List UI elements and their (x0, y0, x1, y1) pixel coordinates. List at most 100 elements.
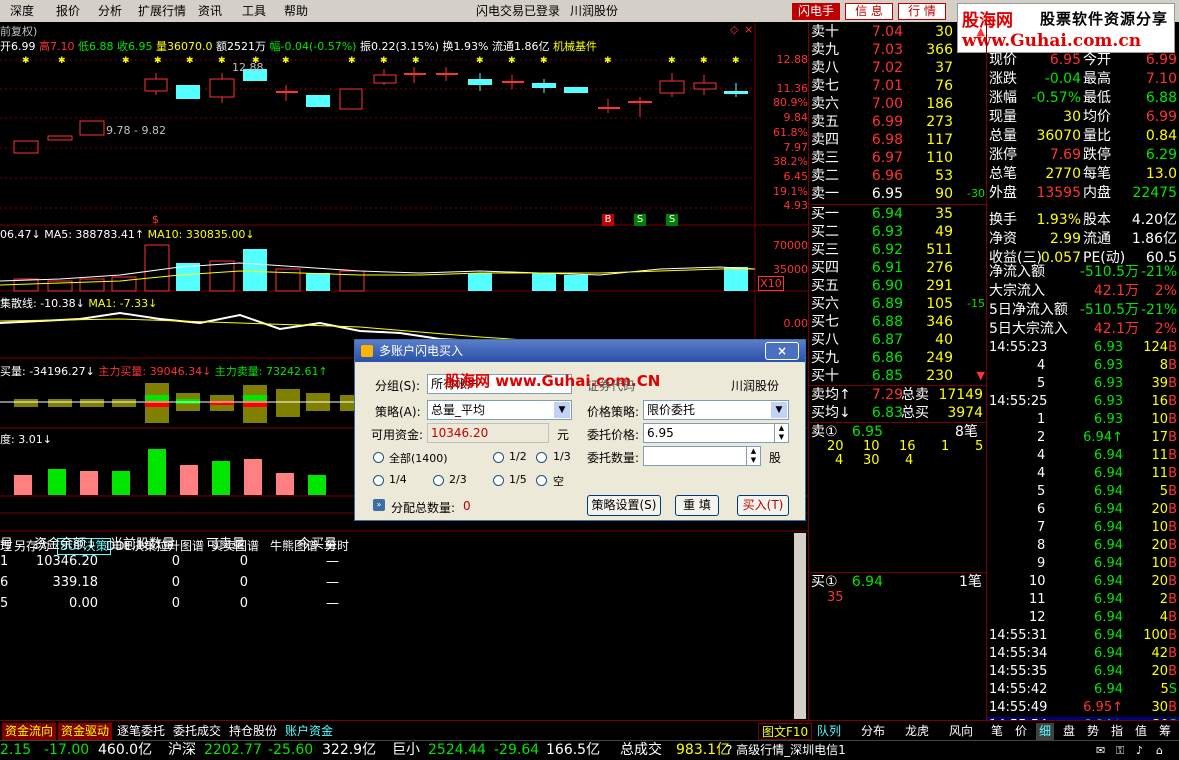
bid-row[interactable]: 买十 6.85 230 ▼ (809, 367, 987, 385)
chevron-down-icon[interactable]: ▼ (554, 402, 570, 418)
tab-detail[interactable]: 细 (1036, 723, 1055, 740)
radio-empty[interactable] (536, 475, 547, 486)
ask-row[interactable]: 卖十 7.04 30 ▲ (809, 23, 987, 41)
bid-row[interactable]: 买七 6.88 346 (809, 313, 987, 331)
tab-dragon-tiger[interactable]: 龙虎 (902, 723, 932, 740)
bid-row[interactable]: 买五 6.90 291 (809, 277, 987, 295)
tick-row[interactable]: 1 6.93 10B (987, 411, 1179, 429)
tick-row[interactable]: 11 6.94 2B (987, 591, 1179, 609)
menu-ext-quote[interactable]: 扩展行情 (138, 0, 186, 22)
tab-fills[interactable]: 委托成交 (170, 723, 224, 740)
radio-third[interactable] (536, 452, 547, 463)
speaker-icon[interactable]: ♪ (1136, 741, 1143, 760)
tick-row[interactable]: 5 6.93 39B (987, 375, 1179, 393)
tick-row[interactable]: 5 6.94 5B (987, 483, 1179, 501)
menu-tools[interactable]: 工具 (242, 0, 266, 22)
ask-row[interactable]: 卖七 7.01 76 (809, 77, 987, 95)
bid-row[interactable]: 买一 6.94 35 (809, 205, 987, 223)
tick-row[interactable]: 8 6.94 20B (987, 537, 1179, 555)
ask-row[interactable]: 卖六 7.00 186 (809, 95, 987, 113)
tab-fund-drive[interactable]: 资金驱动 (58, 723, 113, 740)
ask-row[interactable]: 卖二 6.96 53 (809, 167, 987, 185)
buy-button[interactable]: 买入(T) (737, 495, 789, 516)
info-button[interactable]: 信 息 (845, 3, 893, 20)
table-row[interactable]: 5 0.00 0 0— (0, 596, 360, 614)
tick-row[interactable]: 6 6.94 20B (987, 501, 1179, 519)
tab-plate[interactable]: 盘 (1060, 723, 1078, 740)
quote-stats-panel: 现价 6.95 今开 6.99 涨跌 -0.04 最高 7.10 涨幅 -0.57% 最低 6.88 现… (986, 23, 1179, 735)
radio-all[interactable] (373, 452, 384, 463)
collapse-icon[interactable]: » (373, 499, 385, 511)
tab-order-detail[interactable]: 逐笔委托 (114, 723, 168, 740)
price-spinner[interactable]: ▲ ▼ (774, 424, 788, 442)
tick-row[interactable]: 12 6.94 4B (987, 609, 1179, 627)
mail-icon[interactable]: ✉ (1096, 741, 1105, 760)
tab-chips[interactable]: 筹 (1156, 723, 1174, 740)
tick-row[interactable]: 4 6.94 11B (987, 447, 1179, 465)
tab-price[interactable]: 价 (1012, 723, 1030, 740)
vertical-scrollbar[interactable] (794, 533, 806, 719)
bid-row[interactable]: 买四 6.91 276 (809, 259, 987, 277)
tab-trend[interactable]: 势 (1084, 723, 1102, 740)
tab-wind[interactable]: 风向 (946, 723, 976, 740)
reset-button[interactable]: 重 填 (675, 495, 719, 516)
tab-f10[interactable]: 图文F10 (758, 723, 813, 740)
tick-row[interactable]: 7 6.94 10B (987, 519, 1179, 537)
radio-half[interactable] (493, 452, 504, 463)
menu-news[interactable]: 资讯 (198, 0, 222, 22)
dialog-title-bar[interactable]: 多账户闪电买入 × (355, 340, 805, 362)
chevron-down-icon[interactable]: ▼ (771, 402, 787, 418)
tick-row[interactable]: 14:55:25 6.93 16B (987, 393, 1179, 411)
network-icon[interactable]: ⌂ (1156, 741, 1163, 760)
menu-analysis[interactable]: 分析 (98, 0, 122, 22)
radio-two-thirds[interactable] (433, 475, 444, 486)
tick-row[interactable]: 14:55:31 6.94 100B (987, 627, 1179, 645)
flash-hand-button[interactable]: 闪电手 (792, 3, 840, 20)
tick-row[interactable]: 14:55:49 6.95↑ 30B (987, 699, 1179, 717)
ask-row[interactable]: 卖八 7.02 37 (809, 59, 987, 77)
dialog-close-button[interactable]: × (765, 342, 799, 360)
qty-spinner[interactable]: ▲ ▼ (746, 447, 760, 465)
tick-row[interactable]: 2 6.94↑ 17B (987, 429, 1179, 447)
tick-row[interactable]: 14:55:42 6.94 5S (987, 681, 1179, 699)
ask-row[interactable]: 卖五 6.99 273 (809, 113, 987, 131)
ask-row[interactable]: 卖一 6.95 90 -30 (809, 185, 987, 203)
bid-row[interactable]: 买三 6.92 511 (809, 241, 987, 259)
tab-account-funds[interactable]: 账户资金 (282, 723, 336, 740)
tick-row[interactable]: 4 6.93 8B (987, 357, 1179, 375)
tick-row[interactable]: 4 6.94 11B (987, 465, 1179, 483)
tab-fund-flow[interactable]: 资金流向 (2, 723, 57, 740)
tab-positions[interactable]: 持仓股份 (226, 723, 280, 740)
strategy-settings-button[interactable]: 策略设置(S) (587, 495, 661, 516)
qty-input[interactable]: ▲ ▼ (643, 446, 761, 466)
market-button[interactable]: 行 情 (898, 3, 946, 20)
tick-row[interactable]: 14:55:23 6.93 124B (987, 339, 1179, 357)
ask-row[interactable]: 卖九 7.03 366 (809, 41, 987, 59)
ask-row[interactable]: 卖四 6.98 117 (809, 131, 987, 149)
tab-index[interactable]: 指 (1108, 723, 1126, 740)
strategy-select[interactable]: 总量_平均 ▼ (427, 400, 572, 420)
tick-row[interactable]: 10 6.94 20B (987, 573, 1179, 591)
bid-row[interactable]: 买二 6.93 49 (809, 223, 987, 241)
table-row[interactable]: 6 339.18 0 0— (0, 575, 360, 593)
price-input[interactable]: 6.95 ▲ ▼ (643, 423, 789, 443)
menu-depth[interactable]: 深度 (10, 0, 34, 22)
bid-row[interactable]: 买八 6.87 40 (809, 331, 987, 349)
lock-icon[interactable]: ⚿ (1116, 741, 1124, 760)
menu-help[interactable]: 帮助 (284, 0, 308, 22)
tab-queue[interactable]: 队列 (814, 723, 844, 740)
tick-row[interactable]: 14:55:34 6.94 42B (987, 645, 1179, 663)
bid-row[interactable]: 买六 6.89 105 -15 (809, 295, 987, 313)
tick-row[interactable]: 9 6.94 10B (987, 555, 1179, 573)
ask-row[interactable]: 卖三 6.97 110 (809, 149, 987, 167)
price-strategy-select[interactable]: 限价委托 ▼ (643, 400, 789, 420)
tab-tick[interactable]: 笔 (988, 723, 1006, 740)
tab-distribution[interactable]: 分布 (858, 723, 888, 740)
menu-quote[interactable]: 报价 (56, 0, 80, 22)
radio-fifth[interactable] (493, 475, 504, 486)
tick-row[interactable]: 14:55:35 6.94 20B (987, 663, 1179, 681)
radio-quarter[interactable] (373, 475, 384, 486)
bid-row[interactable]: 买九 6.86 249 (809, 349, 987, 367)
tab-value[interactable]: 值 (1132, 723, 1150, 740)
table-row[interactable]: 1 10346.20 0 0— (0, 554, 360, 572)
